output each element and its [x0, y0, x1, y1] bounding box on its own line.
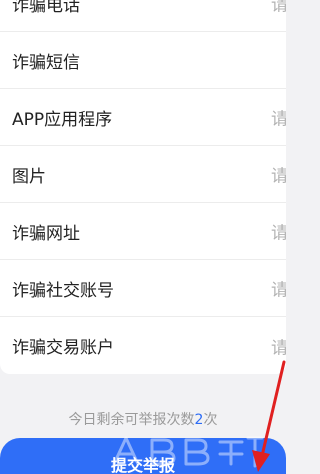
report-type-label: 诈骗电话 [12, 0, 80, 16]
input-placeholder-hint: 请 [271, 223, 286, 244]
remaining-reports-text: 今日剩余可举报次数2次 [0, 409, 286, 429]
input-placeholder-hint: 请 [271, 0, 286, 16]
report-type-label: 诈骗短信 [12, 52, 80, 73]
input-placeholder-hint: 请 [271, 338, 286, 358]
report-type-item-image[interactable]: 图片 请 [0, 146, 286, 203]
report-type-label: APP应用程序 [12, 109, 113, 130]
submit-report-label: 提交举报 [110, 458, 175, 474]
input-placeholder-hint: 请 [271, 109, 286, 130]
report-type-label: 诈骗交易账户 [12, 338, 114, 358]
report-type-label: 图片 [12, 166, 46, 187]
input-placeholder-hint: 请 [271, 166, 286, 187]
input-placeholder-hint: 请 [271, 280, 286, 301]
report-type-item-sms[interactable]: 诈骗短信 [0, 32, 286, 89]
report-type-label: 诈骗社交账号 [12, 280, 114, 301]
report-type-item-app[interactable]: APP应用程序 请 [0, 89, 286, 146]
remaining-prefix: 今日剩余可举报次数 [68, 412, 195, 428]
report-screen: 诈骗电话 请 诈骗短信 APP应用程序 请 图片 请 诈骗网址 请 诈骗社交账号… [0, 0, 286, 474]
remaining-suffix: 次 [203, 412, 218, 428]
report-type-label: 诈骗网址 [12, 223, 80, 244]
report-type-item-trade-account[interactable]: 诈骗交易账户 请 [0, 317, 286, 374]
report-type-list: 诈骗电话 请 诈骗短信 APP应用程序 请 图片 请 诈骗网址 请 诈骗社交账号… [0, 0, 286, 374]
report-type-item-url[interactable]: 诈骗网址 请 [0, 203, 286, 260]
report-type-item-phone[interactable]: 诈骗电话 请 [0, 0, 286, 32]
submit-report-button[interactable]: 提交举报 [0, 438, 286, 474]
report-type-item-social-account[interactable]: 诈骗社交账号 请 [0, 260, 286, 317]
